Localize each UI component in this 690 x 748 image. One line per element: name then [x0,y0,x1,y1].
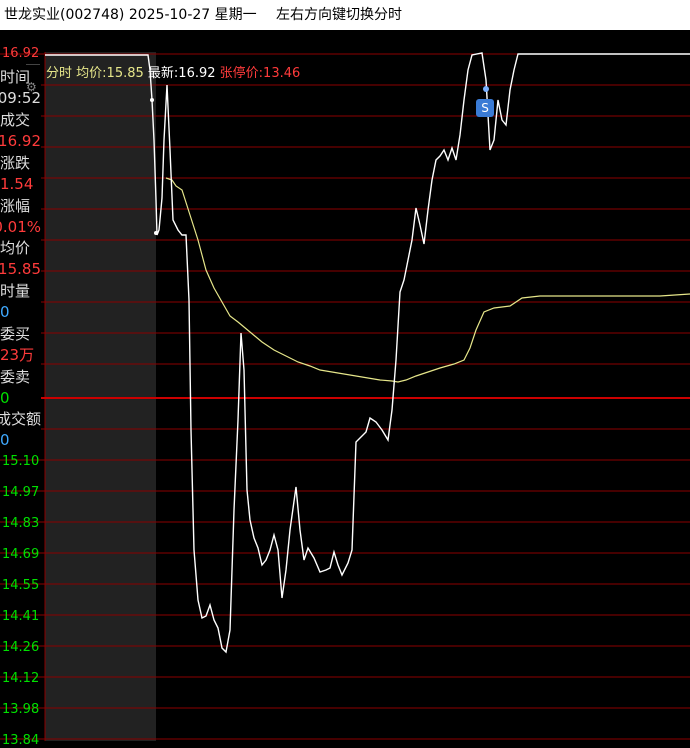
preopen-area [45,52,156,741]
y-tick-label: 14.83 [2,516,40,531]
y-label-top: 16.92 [2,46,40,61]
info-sell-label: 委卖 [0,368,31,386]
info-avg-value: 15.85 [0,260,41,278]
info-buy-value: 23万 [0,346,35,364]
info-amount-value: 0 [0,431,10,449]
info-trade-label: 成交 [0,111,31,129]
close-icon[interactable]: ✕ [26,64,40,66]
info-panel[interactable]: 时间 09:52 成交 16.92 涨跌 1.54 涨幅 10.01% 均价 1… [0,64,41,450]
info-trade-value: 16.92 [0,132,41,150]
info-vol-value: 0 [0,303,10,321]
intraday-chart[interactable]: S 分时 均价:15.85 最新:16.92 张停价:13.46 16.92 1… [0,30,690,748]
y-tick-label: 14.12 [2,671,40,686]
legend-avg-label: 均价: [76,66,107,81]
y-tick-label: 14.26 [2,640,40,655]
info-change-label: 涨跌 [0,154,31,172]
y-tick-label: 13.98 [2,702,40,717]
marker-pin [483,86,489,92]
info-vol-label: 时量 [0,282,31,300]
y-tick-label: 14.69 [2,547,40,562]
price-point [150,98,154,102]
title-bar: 世龙实业(002748) 2025-10-27 星期一 左右方向键切换分时 [0,0,690,30]
price-point [154,231,158,235]
stock-title: 世龙实业(002748) 2025-10-27 星期一 [4,7,257,23]
info-buy-label: 委买 [0,325,31,343]
y-tick-label: 15.10 [2,454,40,469]
legend-last-value: 16.92 [178,66,216,81]
legend: 分时 均价:15.85 最新:16.92 张停价:13.46 [46,62,300,81]
legend-last-label: 最新: [147,66,179,81]
legend-avg-value: 15.85 [106,66,144,81]
y-tick-label: 14.97 [2,485,40,500]
info-amount-label: 成交额 [0,410,41,428]
legend-limit-label: 张停价: [219,66,264,81]
legend-limit-value: 13.46 [263,66,301,81]
info-pct-label: 涨幅 [0,197,31,215]
info-avg-label: 均价 [0,239,31,257]
chart-canvas[interactable] [0,30,690,741]
signal-marker[interactable]: S [476,99,494,117]
y-tick-label: 14.55 [2,578,40,593]
key-hint: 左右方向键切换分时 [276,7,402,23]
legend-mode: 分时 [46,66,73,81]
gear-icon[interactable]: ⚙ [26,80,37,94]
info-sell-value: 0 [0,389,10,407]
y-tick-label: 14.41 [2,609,40,624]
info-change-value: 1.54 [0,175,34,193]
info-pct-value: 10.01% [0,218,41,236]
